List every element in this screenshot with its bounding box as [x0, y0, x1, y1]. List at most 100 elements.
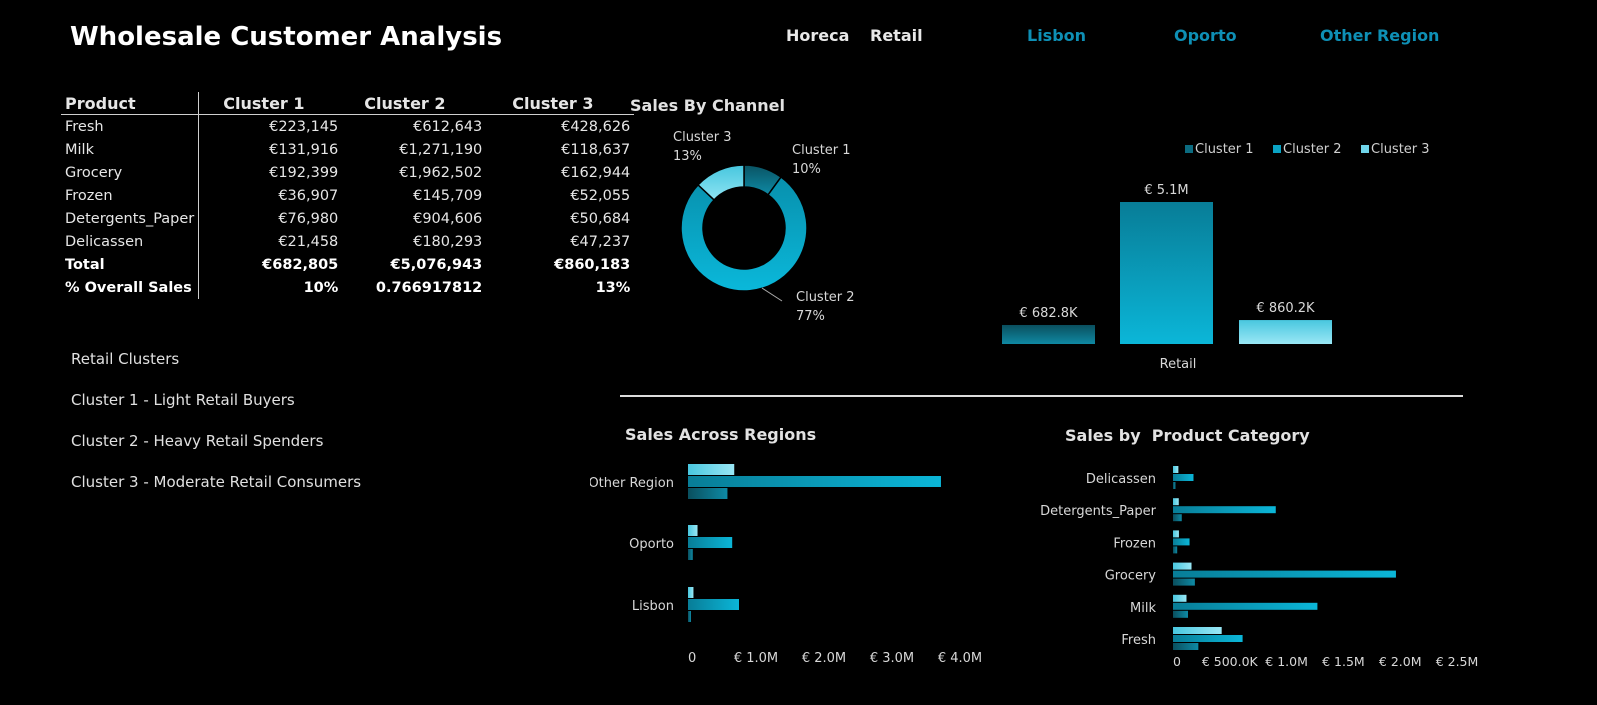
region-bar-oporto-cluster-1[interactable]: [688, 549, 693, 560]
slice-label-cluster-1: Cluster 1: [792, 143, 851, 158]
table-overall-row: % Overall Sales 10% 0.766917812 13%: [61, 276, 634, 299]
product-bar-detergents-paper-cluster-3[interactable]: [1173, 498, 1179, 506]
sales-by-channel-donut: Cluster 1 10% Cluster 3 13% Cluster 2 77…: [673, 130, 855, 324]
row-label: Frozen: [61, 184, 200, 207]
row-label: Detergents_Paper: [61, 207, 200, 230]
table-row: Milk €131,916 €1,271,190 €118,637: [61, 138, 634, 161]
product-bar-milk-cluster-1[interactable]: [1173, 610, 1188, 618]
region-bar-lisbon-cluster-3[interactable]: [688, 587, 694, 598]
region-bar-oporto-cluster-2[interactable]: [688, 537, 733, 548]
product-bar-grocery-cluster-1[interactable]: [1173, 578, 1195, 586]
product-bar-grocery-cluster-2[interactable]: [1173, 570, 1396, 578]
product-bar-fresh-cluster-1[interactable]: [1173, 643, 1199, 650]
product-label-frozen: Frozen: [1113, 536, 1156, 551]
product-bar-frozen-cluster-1[interactable]: [1173, 546, 1178, 554]
cell-value: €1,962,502: [399, 164, 483, 181]
product-bar-fresh-cluster-2[interactable]: [1173, 635, 1243, 642]
page-title: Wholesale Customer Analysis: [70, 22, 503, 52]
column-bar-cluster-3[interactable]: [1239, 320, 1332, 344]
cell-value: €860,183: [554, 256, 631, 273]
product-bar-milk-cluster-2[interactable]: [1173, 602, 1318, 610]
product-label-grocery: Grocery: [1105, 569, 1157, 584]
column-header-product: Product: [61, 92, 200, 115]
slicer-retail[interactable]: Retail: [870, 26, 923, 45]
product-bar-fresh-cluster-3[interactable]: [1173, 627, 1222, 634]
note-cluster-3: Cluster 3 - Moderate Retail Consumers: [71, 473, 362, 491]
section-divider: [620, 395, 1463, 397]
product-bar-grocery-cluster-3[interactable]: [1173, 562, 1192, 570]
region-label-lisbon: Lisbon: [632, 599, 674, 614]
cell-value: 13%: [595, 279, 631, 296]
region-x-tick: € 3.0M: [870, 651, 914, 666]
data-label-cluster-2: € 5.1M: [1144, 183, 1188, 198]
product-label-detergents-paper: Detergents_Paper: [1040, 504, 1157, 519]
slice-value-cluster-2: 77%: [796, 309, 825, 324]
product-bar-delicassen-cluster-2[interactable]: [1173, 474, 1194, 481]
row-label: Delicassen: [61, 230, 200, 253]
donut-slice-cluster-2[interactable]: [680, 175, 808, 292]
cell-value: €428,626: [561, 118, 631, 135]
slice-value-cluster-1: 10%: [792, 162, 821, 177]
cell-value: 10%: [303, 279, 339, 296]
legend-label-cluster-1: Cluster 1: [1195, 142, 1254, 157]
region-x-tick: € 2.0M: [802, 651, 846, 666]
cell-value: €52,055: [570, 187, 631, 204]
cell-value: €76,980: [278, 210, 339, 227]
product-bar-frozen-cluster-2[interactable]: [1173, 538, 1190, 546]
product-bar-delicassen-cluster-1[interactable]: [1173, 482, 1176, 489]
table-row: Frozen €36,907 €145,709 €52,055: [61, 184, 634, 207]
region-bar-oporto-cluster-3[interactable]: [688, 525, 698, 536]
region-bar-other-region-cluster-1[interactable]: [688, 488, 728, 499]
slice-value-cluster-3: 13%: [673, 149, 702, 164]
cell-value: €180,293: [413, 233, 483, 250]
slice-label-cluster-2: Cluster 2: [796, 290, 855, 305]
slicer-oporto[interactable]: Oporto: [1174, 26, 1237, 45]
sales-by-channel-title: Sales By Channel: [630, 96, 785, 115]
cell-value: 0.766917812: [375, 279, 483, 296]
row-label: % Overall Sales: [61, 276, 200, 299]
region-x-tick: 0: [688, 651, 696, 666]
sales-by-product-chart: Delicassen Detergents_Paper Frozen Grocery M…: [1040, 466, 1479, 669]
data-label-cluster-3: € 860.2K: [1256, 301, 1315, 316]
note-cluster-1: Cluster 1 - Light Retail Buyers: [71, 391, 295, 409]
row-label: Milk: [61, 138, 200, 161]
cell-value: €118,637: [561, 141, 631, 158]
product-bar-detergents-paper-cluster-1[interactable]: [1173, 514, 1182, 522]
table-total-row: Total €682,805 €5,076,943 €860,183: [61, 253, 634, 276]
product-bar-delicassen-cluster-3[interactable]: [1173, 466, 1179, 473]
category-label-retail: Retail: [1160, 357, 1197, 372]
cell-value: €682,805: [262, 256, 339, 273]
slicer-lisbon[interactable]: Lisbon: [1027, 26, 1086, 45]
column-bar-cluster-2[interactable]: [1120, 202, 1213, 344]
slice-label-cluster-3: Cluster 3: [673, 130, 732, 145]
cell-value: €904,606: [413, 210, 483, 227]
region-bar-lisbon-cluster-2[interactable]: [688, 599, 739, 610]
cell-value: €5,076,943: [390, 256, 483, 273]
column-header-cluster-2: Cluster 2: [342, 92, 487, 115]
cell-value: €131,916: [269, 141, 339, 158]
sales-across-regions-chart: Other Region Oporto Lisbon 0 € 1.0M € 2.0M € 3…: [590, 464, 982, 666]
product-label-milk: Milk: [1130, 601, 1156, 616]
product-x-tick: € 1.5M: [1322, 654, 1365, 669]
product-label-delicassen: Delicassen: [1086, 472, 1156, 487]
slicer-other-region[interactable]: Other Region: [1320, 26, 1439, 45]
region-bar-other-region-cluster-2[interactable]: [688, 476, 941, 487]
product-bar-detergents-paper-cluster-2[interactable]: [1173, 506, 1276, 514]
slicer-horeca[interactable]: Horeca: [786, 26, 849, 45]
region-bar-other-region-cluster-3[interactable]: [688, 464, 735, 475]
region-x-tick: € 1.0M: [734, 651, 778, 666]
product-bar-milk-cluster-3[interactable]: [1173, 594, 1187, 602]
cell-value: €47,237: [570, 233, 631, 250]
region-bar-lisbon-cluster-1[interactable]: [688, 611, 691, 622]
column-bar-cluster-1[interactable]: [1002, 324, 1095, 344]
product-x-tick: € 2.5M: [1436, 654, 1479, 669]
leader-line: [761, 287, 783, 302]
region-x-tick: € 4.0M: [938, 651, 982, 666]
cell-value: €162,944: [561, 164, 631, 181]
legend-swatch-cluster-3: [1361, 145, 1369, 153]
cell-value: €50,684: [570, 210, 631, 227]
retail-cluster-column-chart: Cluster 1 Cluster 2 Cluster 3 € 682.8K € …: [1002, 142, 1430, 372]
row-label: Grocery: [61, 161, 200, 184]
product-bar-frozen-cluster-3[interactable]: [1173, 530, 1179, 538]
table-row: Detergents_Paper €76,980 €904,606 €50,68…: [61, 207, 634, 230]
